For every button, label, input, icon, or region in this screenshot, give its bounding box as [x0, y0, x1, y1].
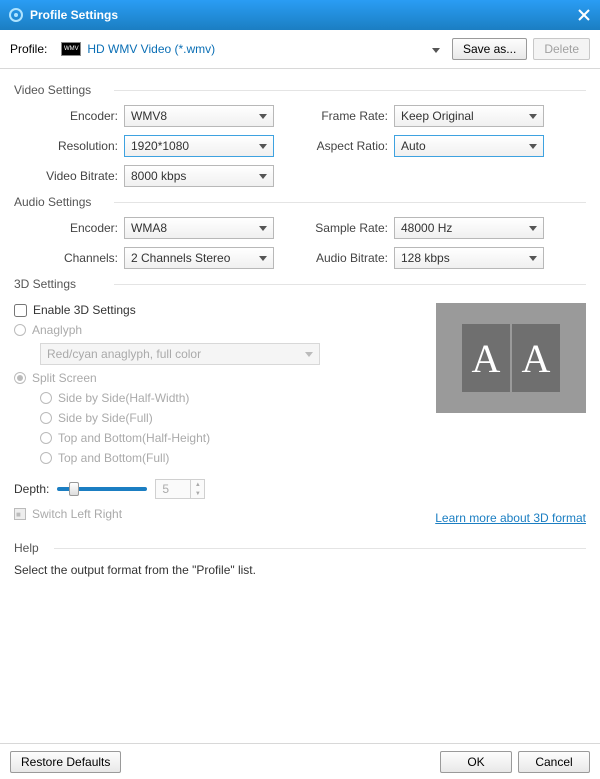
- frame-rate-select[interactable]: Keep Original: [394, 105, 544, 127]
- channels-select[interactable]: 2 Channels Stereo: [124, 247, 274, 269]
- sbs-half-radio: Side by Side(Half-Width): [40, 391, 424, 405]
- chevron-down-icon: [305, 352, 313, 357]
- aspect-ratio-select[interactable]: Auto: [394, 135, 544, 157]
- audio-encoder-select[interactable]: WMA8: [124, 217, 274, 239]
- video-encoder-select[interactable]: WMV8: [124, 105, 274, 127]
- spin-down-icon: ▼: [190, 489, 204, 498]
- help-text: Select the output format from the "Profi…: [14, 563, 586, 577]
- chevron-down-icon: [432, 42, 440, 56]
- 3d-preview: A A: [436, 303, 586, 413]
- audio-settings-section: Audio Settings Encoder: WMA8 Sample Rate…: [14, 195, 586, 269]
- help-title: Help: [14, 541, 586, 555]
- slider-thumb[interactable]: [69, 482, 79, 496]
- chevron-down-icon: [259, 114, 267, 119]
- depth-spinner: 5 ▲▼: [155, 479, 205, 499]
- radio-icon: [40, 432, 52, 444]
- channels-label: Channels:: [14, 251, 124, 265]
- content-area: Video Settings Encoder: WMV8 Frame Rate:…: [0, 69, 600, 743]
- sample-rate-select[interactable]: 48000 Hz: [394, 217, 544, 239]
- chevron-down-icon: [529, 226, 537, 231]
- chevron-down-icon: [259, 174, 267, 179]
- save-as-button[interactable]: Save as...: [452, 38, 527, 60]
- profile-row: Profile: WMV HD WMV Video (*.wmv) Save a…: [0, 30, 600, 69]
- radio-icon: [40, 452, 52, 464]
- preview-left-a: A: [462, 324, 510, 392]
- chevron-down-icon: [529, 144, 537, 149]
- close-icon[interactable]: [576, 7, 592, 23]
- checkbox-icon: [14, 508, 26, 520]
- video-bitrate-label: Video Bitrate:: [14, 169, 124, 183]
- restore-defaults-button[interactable]: Restore Defaults: [10, 751, 121, 773]
- tb-full-radio: Top and Bottom(Full): [40, 451, 424, 465]
- audio-bitrate-label: Audio Bitrate:: [304, 251, 394, 265]
- profile-label: Profile:: [10, 42, 47, 56]
- titlebar: Profile Settings: [0, 0, 600, 30]
- resolution-label: Resolution:: [14, 139, 124, 153]
- chevron-down-icon: [259, 226, 267, 231]
- cancel-button[interactable]: Cancel: [518, 751, 590, 773]
- preview-right-a: A: [512, 324, 560, 392]
- depth-slider[interactable]: [57, 487, 147, 491]
- audio-encoder-label: Encoder:: [14, 221, 124, 235]
- radio-icon: [40, 392, 52, 404]
- help-section: Help Select the output format from the "…: [14, 541, 586, 577]
- split-screen-radio: Split Screen: [14, 371, 424, 385]
- profile-select[interactable]: WMV HD WMV Video (*.wmv): [55, 38, 446, 60]
- app-icon: [8, 7, 24, 23]
- spin-up-icon: ▲: [190, 480, 204, 489]
- aspect-ratio-label: Aspect Ratio:: [304, 139, 394, 153]
- 3d-settings-title: 3D Settings: [14, 277, 586, 291]
- sample-rate-label: Sample Rate:: [304, 221, 394, 235]
- radio-icon: [14, 372, 26, 384]
- video-settings-title: Video Settings: [14, 83, 586, 97]
- chevron-down-icon: [259, 144, 267, 149]
- sbs-full-radio: Side by Side(Full): [40, 411, 424, 425]
- anaglyph-mode-select: Red/cyan anaglyph, full color: [40, 343, 320, 365]
- video-bitrate-select[interactable]: 8000 kbps: [124, 165, 274, 187]
- wmv-format-icon: WMV: [61, 42, 81, 56]
- chevron-down-icon: [259, 256, 267, 261]
- video-settings-section: Video Settings Encoder: WMV8 Frame Rate:…: [14, 83, 586, 187]
- chevron-down-icon: [529, 256, 537, 261]
- depth-row: Depth: 5 ▲▼: [14, 479, 586, 499]
- enable-3d-checkbox[interactable]: Enable 3D Settings: [14, 303, 424, 317]
- audio-bitrate-select[interactable]: 128 kbps: [394, 247, 544, 269]
- ok-button[interactable]: OK: [440, 751, 512, 773]
- delete-button: Delete: [533, 38, 590, 60]
- audio-settings-title: Audio Settings: [14, 195, 586, 209]
- depth-label: Depth:: [14, 482, 49, 496]
- radio-icon: [14, 324, 26, 336]
- profile-value: HD WMV Video (*.wmv): [87, 42, 215, 56]
- anaglyph-radio: Anaglyph: [14, 323, 424, 337]
- learn-more-link[interactable]: Learn more about 3D format: [435, 511, 586, 525]
- radio-icon: [40, 412, 52, 424]
- chevron-down-icon: [529, 114, 537, 119]
- resolution-select[interactable]: 1920*1080: [124, 135, 274, 157]
- video-encoder-label: Encoder:: [14, 109, 124, 123]
- 3d-settings-section: 3D Settings Enable 3D Settings Anaglyph …: [14, 277, 586, 533]
- window-title: Profile Settings: [30, 8, 576, 22]
- footer: Restore Defaults OK Cancel: [0, 743, 600, 779]
- frame-rate-label: Frame Rate:: [304, 109, 394, 123]
- tb-half-radio: Top and Bottom(Half-Height): [40, 431, 424, 445]
- enable-3d-input[interactable]: [14, 304, 27, 317]
